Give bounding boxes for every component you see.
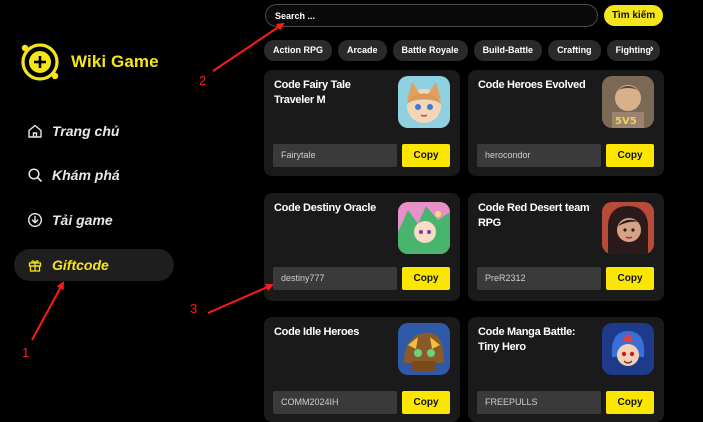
gift-icon bbox=[28, 260, 42, 272]
game-thumbnail[interactable] bbox=[602, 323, 654, 375]
sidebar-item-label: Tải game bbox=[52, 212, 113, 228]
copy-button[interactable]: Copy bbox=[606, 391, 654, 414]
sidebar-item-explore[interactable]: Khám phá bbox=[14, 159, 174, 191]
giftcode-card: Code Red Desert team RPG PreR2312 Copy bbox=[468, 193, 664, 301]
game-thumbnail[interactable] bbox=[398, 202, 450, 254]
category-filter-bar: Action RPG Arcade Battle Royale Build-Ba… bbox=[264, 40, 660, 61]
annotation-label: 3 bbox=[190, 301, 198, 316]
search-input[interactable] bbox=[265, 4, 598, 27]
sidebar-item-download[interactable]: Tải game bbox=[14, 204, 174, 236]
category-chip[interactable]: Arcade bbox=[338, 40, 387, 61]
code-value: Fairytale bbox=[273, 144, 397, 167]
search-icon bbox=[28, 168, 42, 182]
sidebar-item-label: Giftcode bbox=[52, 257, 109, 273]
giftcode-card: Code Fairy Tale Traveler M Fairytale Cop… bbox=[264, 70, 460, 176]
card-title[interactable]: Code Idle Heroes bbox=[274, 325, 392, 340]
card-title[interactable]: Code Fairy Tale Traveler M bbox=[274, 78, 392, 108]
copy-button[interactable]: Copy bbox=[402, 144, 450, 167]
sidebar-item-giftcode[interactable]: Giftcode bbox=[14, 249, 174, 281]
category-chip[interactable]: Build-Battle bbox=[473, 40, 543, 61]
giftcode-card: Code Manga Battle: Tiny Hero FREEPULLS C… bbox=[468, 317, 664, 422]
category-chip[interactable]: Battle Royale bbox=[392, 40, 468, 61]
download-icon bbox=[27, 212, 43, 228]
game-thumbnail[interactable] bbox=[602, 202, 654, 254]
logo-icon bbox=[21, 43, 59, 81]
chevron-right-icon[interactable]: › bbox=[650, 43, 654, 55]
giftcode-card: Code Idle Heroes COMM2024IH Copy bbox=[264, 317, 460, 422]
search-button[interactable]: Tìm kiếm bbox=[604, 5, 663, 26]
sidebar-item-label: Khám phá bbox=[52, 167, 120, 183]
game-thumbnail[interactable] bbox=[398, 323, 450, 375]
copy-button[interactable]: Copy bbox=[402, 267, 450, 290]
code-value: PreR2312 bbox=[477, 267, 601, 290]
game-thumbnail[interactable] bbox=[398, 76, 450, 128]
category-chip[interactable]: Action RPG bbox=[264, 40, 333, 61]
code-value: herocondor bbox=[477, 144, 601, 167]
home-icon bbox=[28, 124, 42, 138]
sidebar-item-home[interactable]: Trang chủ bbox=[14, 115, 174, 147]
code-value: FREEPULLS bbox=[477, 391, 601, 414]
logo[interactable]: Wiki Game bbox=[18, 40, 159, 84]
annotation-label: 1 bbox=[22, 345, 30, 360]
card-title[interactable]: Code Destiny Oracle bbox=[274, 201, 392, 216]
giftcode-card: Code Heroes Evolved 5V5 herocondor Copy bbox=[468, 70, 664, 176]
game-thumbnail[interactable]: 5V5 bbox=[602, 76, 654, 128]
copy-button[interactable]: Copy bbox=[606, 144, 654, 167]
svg-text:5V5: 5V5 bbox=[615, 116, 637, 127]
annotation-label: 2 bbox=[199, 73, 207, 88]
category-chip[interactable]: Crafting bbox=[548, 40, 601, 61]
giftcode-card: Code Destiny Oracle destiny777 Copy bbox=[264, 193, 460, 301]
brand-name: Wiki Game bbox=[71, 52, 159, 71]
code-value: COMM2024IH bbox=[273, 391, 397, 414]
code-value: destiny777 bbox=[273, 267, 397, 290]
card-title[interactable]: Code Heroes Evolved bbox=[478, 78, 596, 93]
copy-button[interactable]: Copy bbox=[606, 267, 654, 290]
copy-button[interactable]: Copy bbox=[402, 391, 450, 414]
sidebar-item-label: Trang chủ bbox=[52, 123, 120, 139]
card-title[interactable]: Code Manga Battle: Tiny Hero bbox=[478, 325, 596, 355]
sidebar: Wiki Game Trang chủ Khám phá Tải game Gi… bbox=[0, 0, 232, 422]
card-title[interactable]: Code Red Desert team RPG bbox=[478, 201, 596, 231]
